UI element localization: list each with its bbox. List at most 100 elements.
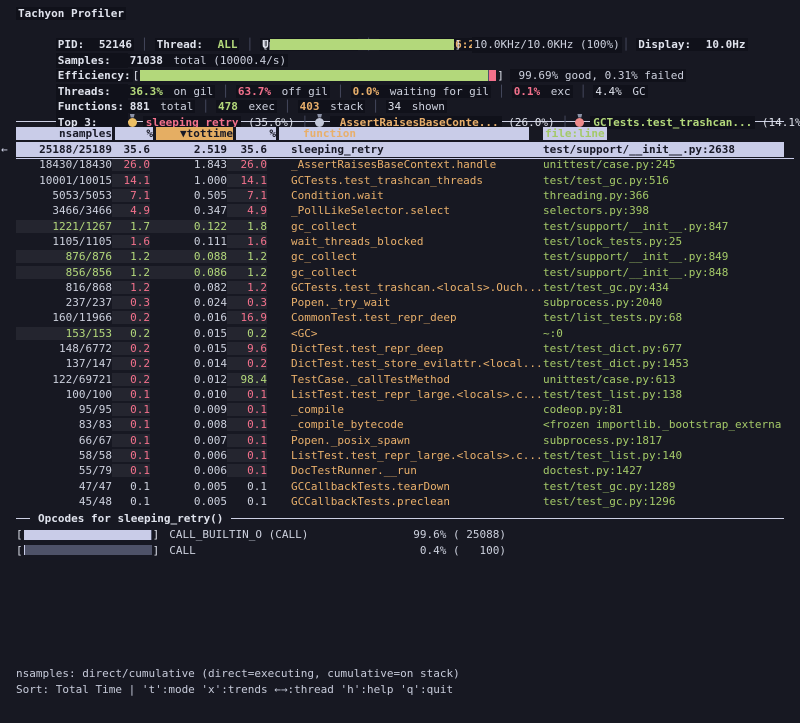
cell-fileline: test/test_gc.py:434 <box>543 281 784 294</box>
cell-fileline: selectors.py:398 <box>543 204 784 217</box>
cell-tottime: 0.006 <box>150 464 227 477</box>
cell-percent: 1.7 <box>112 220 150 233</box>
cell-cumpercent: 7.1 <box>227 189 267 202</box>
table-row[interactable]: ← 153/153 0.2 0.015 0.2 <GC> ~:0 <box>16 326 784 341</box>
table-row[interactable]: ← 148/6772 0.2 0.015 9.6 DictTest.test_r… <box>16 341 784 356</box>
cell-cumpercent: 1.2 <box>227 250 267 263</box>
opcode-bar-fill <box>24 530 151 540</box>
cell-cumpercent: 9.6 <box>227 342 267 355</box>
cell-tottime: 2.519 <box>150 143 227 156</box>
cell-fileline: doctest.py:1427 <box>543 464 784 477</box>
table-row[interactable]: ← 10001/10015 14.1 1.000 14.1 GCTests.te… <box>16 173 784 188</box>
samples-bar-track <box>270 39 454 50</box>
cell-function: _compile <box>267 403 543 416</box>
cell-fileline: subprocess.py:1817 <box>543 434 784 447</box>
cell-fileline: unittest/case.py:245 <box>543 158 784 171</box>
table-row[interactable]: ← 55/79 0.1 0.006 0.1 DocTestRunner.__ru… <box>16 463 784 478</box>
cell-percent: 0.1 <box>112 434 150 447</box>
cell-percent: 0.1 <box>112 464 150 477</box>
cell-nsamples: 45/48 <box>16 495 112 508</box>
cell-tottime: 0.009 <box>150 403 227 416</box>
cell-cumpercent: 0.1 <box>227 418 267 431</box>
cell-nsamples: 95/95 <box>16 403 112 416</box>
cell-nsamples: 148/6772 <box>16 342 112 355</box>
table-row[interactable]: ← 137/147 0.2 0.014 0.2 DictTest.test_st… <box>16 356 784 371</box>
cell-cumpercent: 0.2 <box>227 327 267 340</box>
cell-cumpercent: 98.4 <box>227 373 267 386</box>
table-row[interactable]: ← 876/876 1.2 0.088 1.2 gc_collect test/… <box>16 249 784 264</box>
table-row[interactable]: ← 3466/3466 4.9 0.347 4.9 _PollLikeSelec… <box>16 203 784 218</box>
table-row[interactable]: ← 45/48 0.1 0.005 0.1 GCCallbackTests.pr… <box>16 494 784 509</box>
cell-nsamples: 58/58 <box>16 449 112 462</box>
table-row[interactable]: ← 237/237 0.3 0.024 0.3 Popen._try_wait … <box>16 295 784 310</box>
cell-function: _AssertRaisesBaseContext.handle <box>267 158 543 171</box>
threads-line: Threads:36.3% on gil│63.7% off gil│0.0% … <box>16 68 784 84</box>
cell-percent: 1.6 <box>112 235 150 248</box>
table-row[interactable]: ← 95/95 0.1 0.009 0.1 _compile codeop.py… <box>16 402 784 417</box>
cell-percent: 0.1 <box>112 449 150 462</box>
table-row[interactable]: ← 100/100 0.1 0.010 0.1 ListTest.test_re… <box>16 387 784 402</box>
table-row[interactable]: ← 1221/1267 1.7 0.122 1.8 gc_collect tes… <box>16 218 784 233</box>
cell-nsamples: 122/69721 <box>16 373 112 386</box>
column-header-tottime-sorted[interactable]: ▼tottime <box>156 127 236 140</box>
cell-fileline: test/list_tests.py:68 <box>543 311 784 324</box>
table-row[interactable]: ← 160/11966 0.2 0.016 16.9 CommonTest.te… <box>16 310 784 325</box>
status-line: PID: 52146│Thread: ALL│Uptime: 0m07s│Tim… <box>16 22 784 38</box>
cell-cumpercent: 0.3 <box>227 296 267 309</box>
samples-rate: 10.0KHz/10.0KHz (100%) <box>472 37 622 53</box>
table-row[interactable]: ← 122/69721 0.2 0.012 98.4 TestCase._cal… <box>16 371 784 386</box>
cell-tottime: 1.000 <box>150 174 227 187</box>
cell-tottime: 0.088 <box>150 250 227 263</box>
cell-fileline: test/test_gc.py:516 <box>543 174 784 187</box>
table-row[interactable]: ← 18430/18430 26.0 1.843 26.0 _AssertRai… <box>16 157 784 172</box>
table-row[interactable]: ← 856/856 1.2 0.086 1.2 gc_collect test/… <box>16 264 784 279</box>
table-row[interactable]: ← 816/868 1.2 0.082 1.2 GCTests.test_tra… <box>16 280 784 295</box>
opcode-name: CALL <box>169 544 196 557</box>
cell-percent: 1.2 <box>112 250 150 263</box>
cell-percent: 26.0 <box>112 158 150 171</box>
cell-tottime: 0.505 <box>150 189 227 202</box>
cell-tottime: 0.015 <box>150 342 227 355</box>
cell-tottime: 0.082 <box>150 281 227 294</box>
table-row[interactable]: ← 5053/5053 7.1 0.505 7.1 Condition.wait… <box>16 188 784 203</box>
column-header-fileline[interactable]: file:line <box>543 127 784 140</box>
cell-function: gc_collect <box>267 266 543 279</box>
cell-cumpercent: 0.1 <box>227 403 267 416</box>
cell-function: GCTests.test_trashcan.<locals>.Ouch... <box>267 281 543 294</box>
column-header-cumpercent[interactable]: % <box>236 127 279 140</box>
cell-nsamples: 153/153 <box>16 327 112 340</box>
cell-fileline: test/support/__init__.py:849 <box>543 250 784 263</box>
cell-nsamples: 237/237 <box>16 296 112 309</box>
cell-nsamples: 816/868 <box>16 281 112 294</box>
cell-tottime: 1.843 <box>150 158 227 171</box>
cell-nsamples: 10001/10015 <box>16 174 112 187</box>
cell-function: DictTest.test_repr_deep <box>267 342 543 355</box>
cell-nsamples: 55/79 <box>16 464 112 477</box>
footer-keybindings: Sort: Total Time | 't':mode 'x':trends ←… <box>16 682 784 698</box>
table-row[interactable]: ← 66/67 0.1 0.007 0.1 Popen._posix_spawn… <box>16 433 784 448</box>
cell-cumpercent: 16.9 <box>227 311 267 324</box>
column-header-function[interactable]: function <box>279 127 543 140</box>
opcode-bar-track <box>24 530 152 540</box>
opcode-row: [] CALL 0.4% ( 100) <box>16 542 784 558</box>
column-header-percent[interactable]: % <box>115 127 156 140</box>
cell-fileline: ~:0 <box>543 327 784 340</box>
table-row[interactable]: ← 1105/1105 1.6 0.111 1.6 wait_threads_b… <box>16 234 784 249</box>
cell-tottime: 0.016 <box>150 311 227 324</box>
table-row[interactable]: ← 83/83 0.1 0.008 0.1 _compile_bytecode … <box>16 417 784 432</box>
app-title-text: Tachyon Profiler <box>16 7 126 20</box>
cell-percent: 4.9 <box>112 204 150 217</box>
table-row[interactable]: ← 58/58 0.1 0.006 0.1 ListTest.test_repr… <box>16 448 784 463</box>
function-table-body: ← 25188/25189 35.6 2.519 35.6 sleeping_r… <box>16 142 784 509</box>
cell-function: <GC> <box>267 327 543 340</box>
cell-nsamples: 137/147 <box>16 357 112 370</box>
cell-fileline: test/support/__init__.py:848 <box>543 266 784 279</box>
table-row[interactable]: ← 47/47 0.1 0.005 0.1 GCCallbackTests.te… <box>16 479 784 494</box>
table-row[interactable]: ← 25188/25189 35.6 2.519 35.6 sleeping_r… <box>16 142 784 157</box>
cell-fileline: test/test_list.py:138 <box>543 388 784 401</box>
cell-percent: 0.1 <box>112 480 150 493</box>
cell-fileline: subprocess.py:2040 <box>543 296 784 309</box>
column-header-nsamples[interactable]: nsamples <box>16 127 115 140</box>
functions-line: Functions:881 total│478 exec│403 stack│3… <box>16 84 784 100</box>
cell-tottime: 0.111 <box>150 235 227 248</box>
